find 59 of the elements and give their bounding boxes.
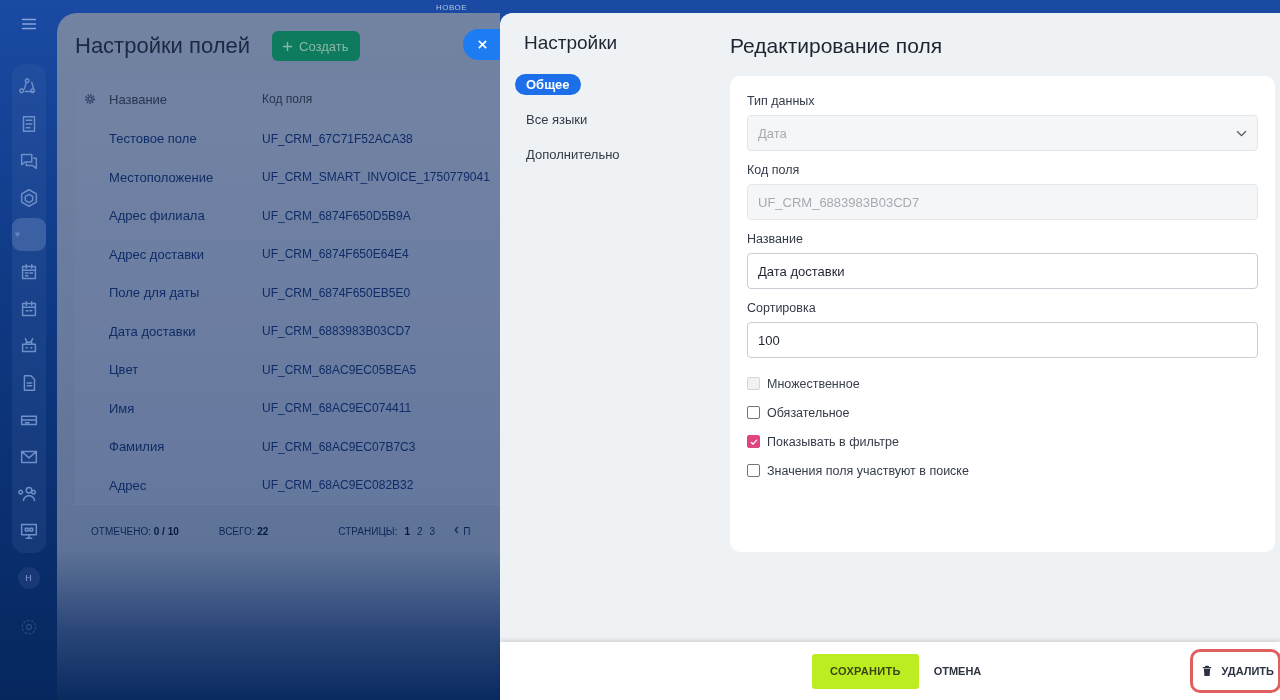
panel-title: Настройки <box>524 32 618 54</box>
table-cell: UF_CRM_68AC9EC05BEA5 <box>262 362 417 377</box>
checkbox-label[interactable]: Показывать в фильтре <box>767 434 899 449</box>
trash-icon <box>1201 665 1212 677</box>
table-cell[interactable]: Имя <box>109 400 135 416</box>
checkbox-label[interactable]: Значения поля участвуют в поиске <box>767 463 969 478</box>
table-cell[interactable]: Адрес доставки <box>109 246 205 262</box>
field-label: Название <box>747 232 804 246</box>
table-cell: UF_CRM_67C71F52ACA38 <box>262 131 413 146</box>
page-link[interactable]: 2 <box>417 526 423 537</box>
field-label: Код поля <box>747 163 801 177</box>
input-field[interactable]: 100 <box>747 322 1258 358</box>
table-cell[interactable]: Местоположение <box>109 169 214 185</box>
table-cell: UF_CRM_68AC9EC07B7C3 <box>262 439 416 454</box>
plus-icon <box>282 40 293 52</box>
nav-tab[interactable]: Все языки <box>515 109 599 130</box>
table-cell[interactable]: Дата доставки <box>109 323 196 339</box>
cancel-button[interactable]: ОТМЕНА <box>918 653 997 689</box>
checkbox[interactable] <box>747 464 760 477</box>
nav-tab[interactable]: Общее <box>515 74 581 95</box>
field-label: Тип данных <box>747 94 816 108</box>
table-cell: UF_CRM_6883983B03CD7 <box>262 324 411 339</box>
save-button[interactable]: СОХРАНИТЬ <box>812 653 919 689</box>
table-cell[interactable]: Поле для даты <box>109 285 200 301</box>
table-cell[interactable]: Тестовое поле <box>109 131 197 147</box>
table-cell[interactable]: Адрес <box>109 477 147 493</box>
column-header[interactable]: Название <box>109 91 168 107</box>
page-link[interactable]: 1 <box>404 526 411 537</box>
page-title: Настройки полей <box>75 33 250 59</box>
table-cell[interactable]: Цвет <box>109 362 139 378</box>
chevron-left-icon[interactable] <box>453 525 461 535</box>
table-cell: UF_CRM_68AC9EC074411 <box>262 401 412 416</box>
checkbox[interactable] <box>747 406 760 419</box>
new-label: НОВОЕ <box>436 3 468 12</box>
editor-title: Редактирование поля <box>730 34 944 58</box>
table-cell: UF_CRM_SMART_INVOICE_1750779041 <box>262 170 490 185</box>
total-count: ВСЕГО: 22 <box>218 526 269 537</box>
table-cell: UF_CRM_6874F650D5B9A <box>262 208 411 223</box>
create-button[interactable]: Создать <box>272 31 361 61</box>
table-cell[interactable]: Адрес филиала <box>109 208 205 224</box>
close-icon <box>477 39 488 50</box>
pages-label: СТРАНИЦЫ: <box>338 526 398 537</box>
marked-count: ОТМЕЧЕНО: 0 / 10 <box>91 526 179 537</box>
sidebar-item[interactable] <box>11 218 46 251</box>
table-cell: UF_CRM_68AC9EC082B32 <box>262 478 414 493</box>
checkbox-label[interactable]: Обязательное <box>767 405 850 420</box>
table-cell: UF_CRM_6874F650EB5E0 <box>262 285 411 300</box>
nav-tab[interactable]: Дополнительно <box>515 144 631 165</box>
table-cell: UF_CRM_6874F650E64E4 <box>262 247 409 262</box>
user-avatar[interactable]: Н <box>17 567 40 589</box>
page-link[interactable]: 3 <box>429 526 436 537</box>
input-field[interactable]: Дата доставки <box>747 253 1258 289</box>
checkbox[interactable] <box>747 435 760 448</box>
column-header[interactable]: Код поля <box>262 92 313 106</box>
pager-link[interactable]: П <box>463 526 471 537</box>
table-cell[interactable]: Фамилия <box>109 439 165 455</box>
field-label: Сортировка <box>747 301 817 315</box>
settings-icon[interactable] <box>84 93 96 105</box>
close-button[interactable] <box>463 29 500 60</box>
